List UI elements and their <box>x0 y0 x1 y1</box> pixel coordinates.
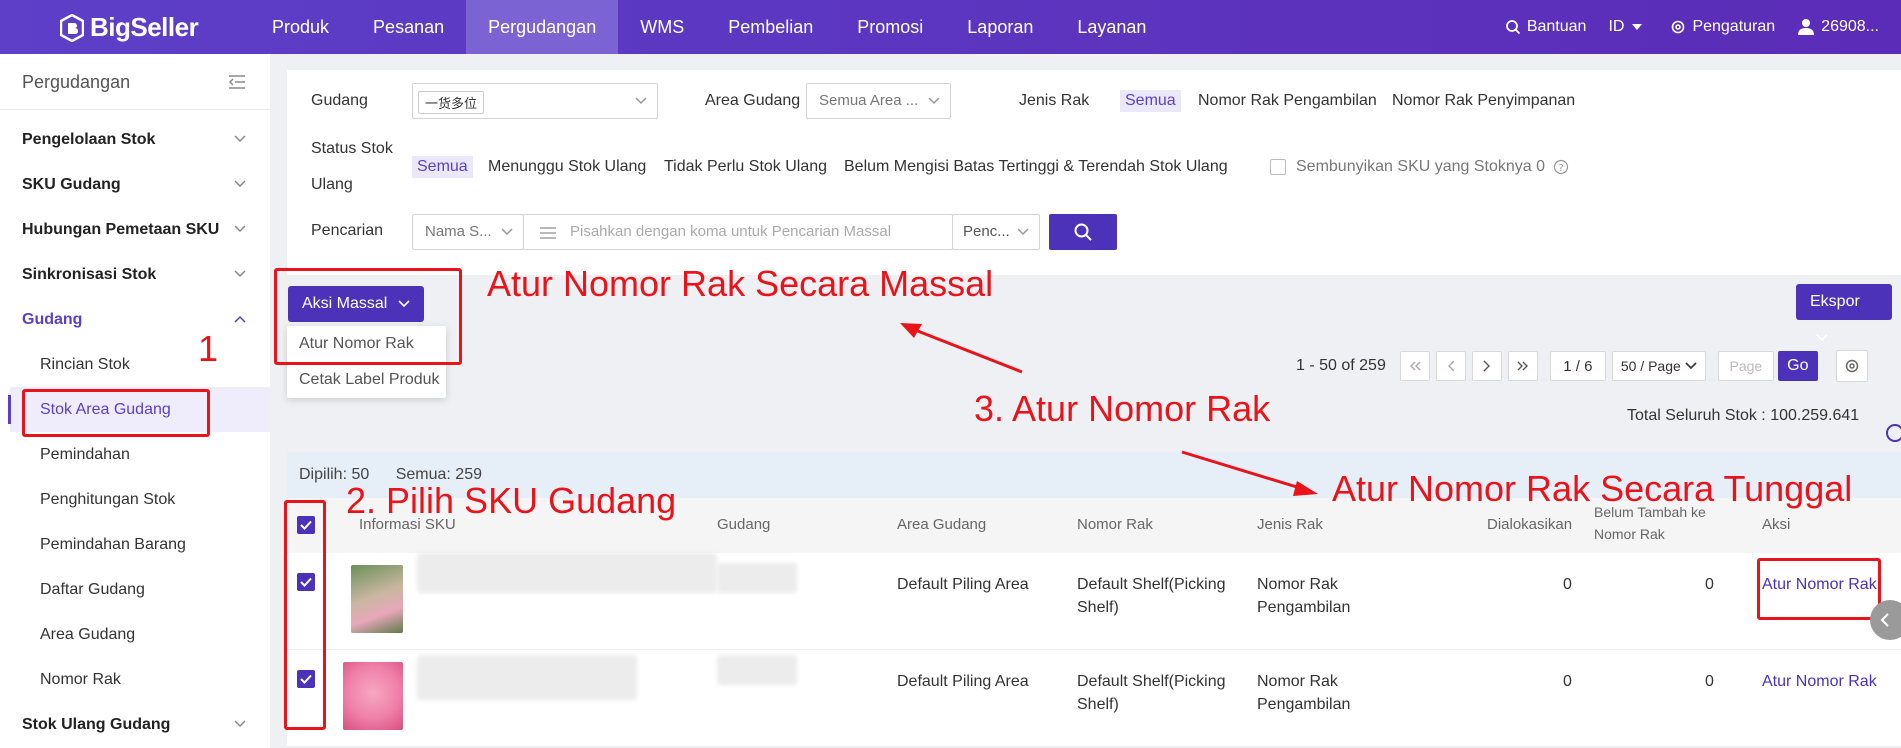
annotation-arrows <box>900 323 1318 496</box>
chevron-left-icon <box>1880 613 1889 627</box>
side-circle-icon[interactable] <box>1886 424 1901 442</box>
